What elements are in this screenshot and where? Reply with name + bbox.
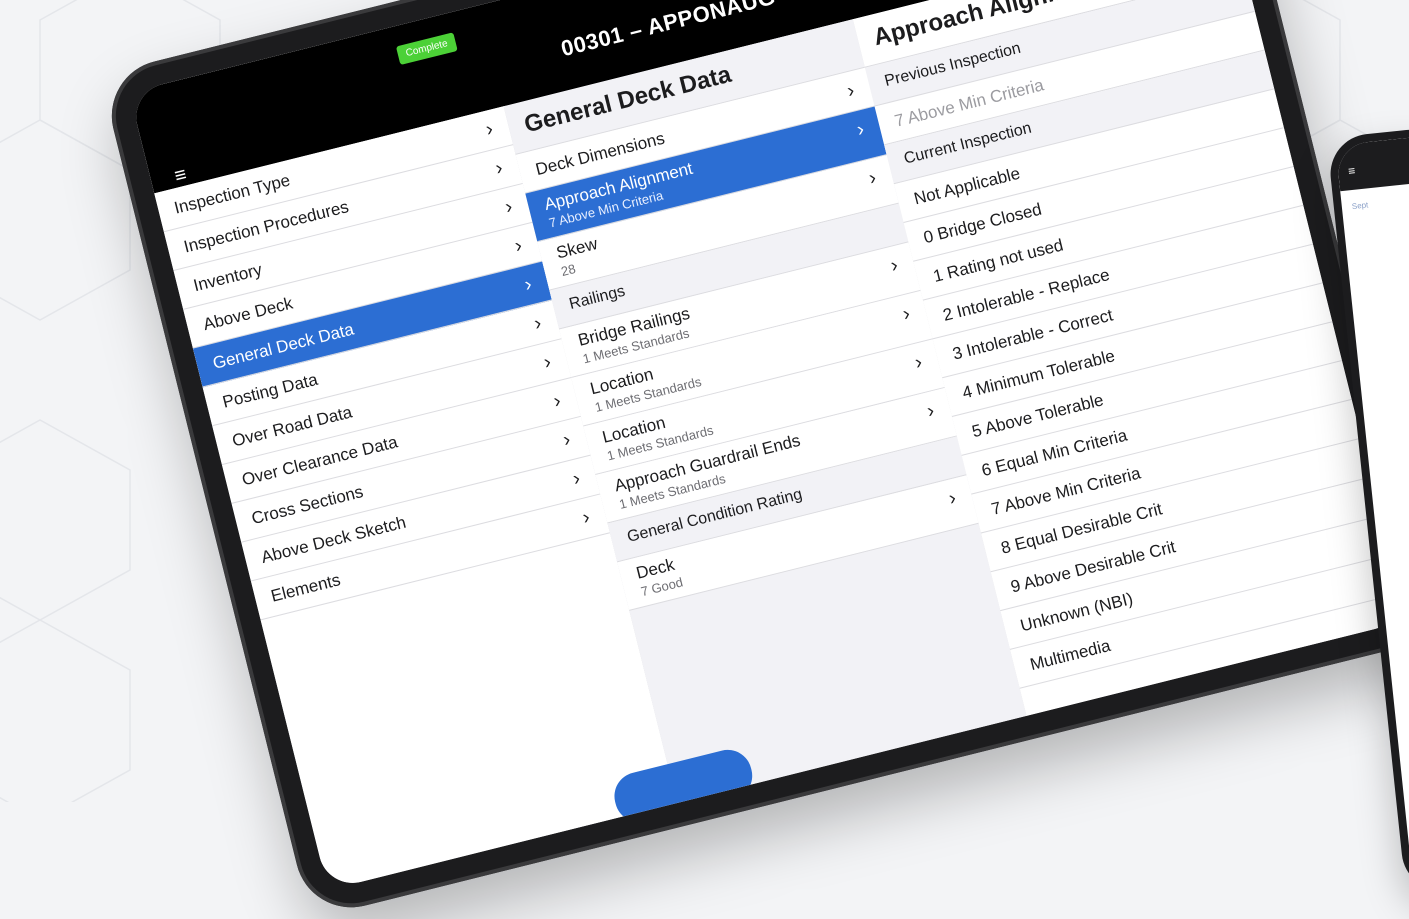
phone-text: Sept <box>1351 200 1369 212</box>
hamburger-icon[interactable]: ≡ <box>1347 164 1355 179</box>
chevron-right-icon: › <box>502 195 515 219</box>
chevron-right-icon: › <box>531 311 544 335</box>
chevron-right-icon: › <box>483 117 496 141</box>
chevron-right-icon: › <box>844 79 857 103</box>
nav-item-label: Elements <box>268 570 343 606</box>
chevron-right-icon: › <box>580 506 593 530</box>
chevron-right-icon: › <box>493 156 505 180</box>
nav-item-label: Inventory <box>191 259 265 296</box>
section-item-label: Railings <box>567 282 627 313</box>
chevron-right-icon: › <box>512 234 525 258</box>
chevron-right-icon: › <box>551 389 564 413</box>
tablet-screen: 00301 – APPONAUG ≡ Complete Inspection T… <box>129 0 1407 891</box>
phone-header <box>1335 134 1409 192</box>
chevron-right-icon: › <box>522 273 534 297</box>
tablet-device: 00301 – APPONAUG ≡ Complete Inspection T… <box>100 0 1409 919</box>
chevron-right-icon: › <box>570 467 583 491</box>
chevron-right-icon: › <box>541 350 554 374</box>
chevron-right-icon: › <box>560 428 573 452</box>
